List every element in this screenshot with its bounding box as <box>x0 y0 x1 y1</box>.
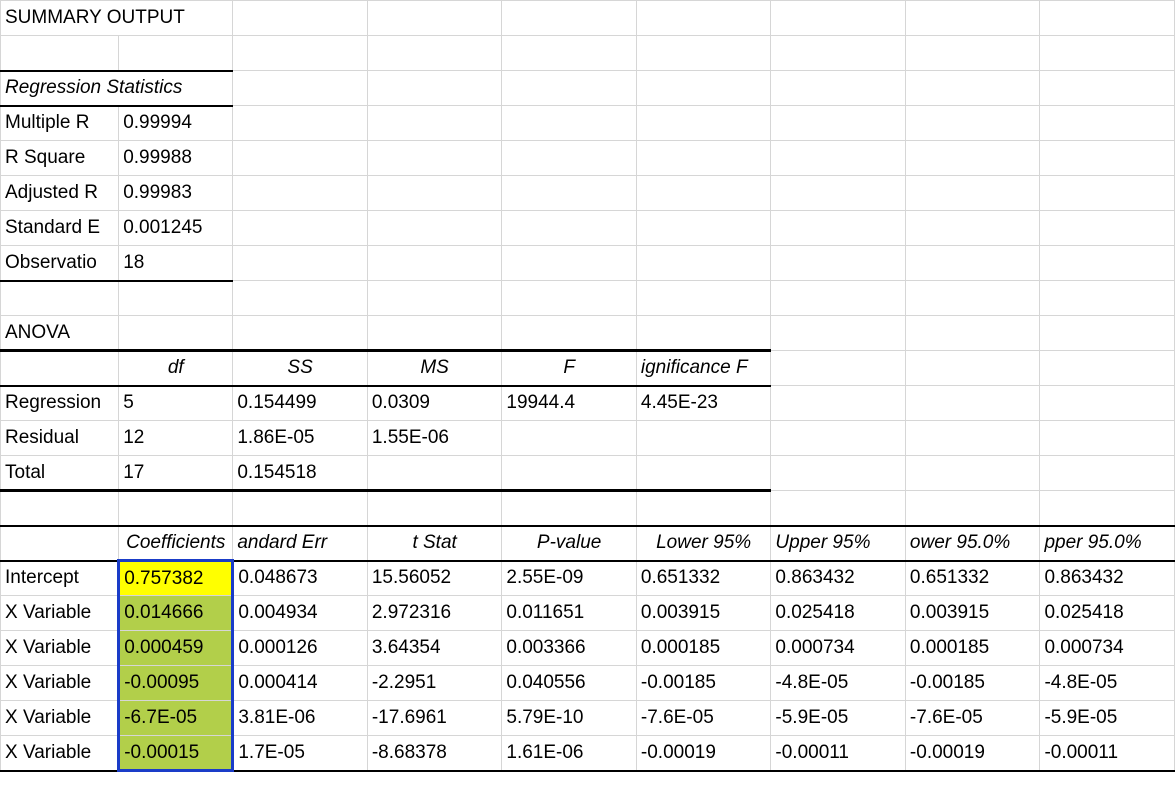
coef-cell: -0.00185 <box>636 666 771 701</box>
coef-cell: -0.00019 <box>905 736 1040 771</box>
coef-cell: 0.863432 <box>1040 561 1175 596</box>
anova-cell: 0.0309 <box>367 386 502 421</box>
coef-cell: -7.6E-05 <box>905 701 1040 736</box>
regstats-header: Regression Statistics <box>1 71 233 106</box>
coef-cell: 0.011651 <box>502 596 637 631</box>
coef-cell: 0.000414 <box>233 666 368 701</box>
coef-cell: 2.55E-09 <box>502 561 637 596</box>
coef-cell: -8.68378 <box>367 736 502 771</box>
regstats-label: Standard E <box>1 211 119 246</box>
coef-row-label: X Variable <box>1 736 119 771</box>
coef-cell: 0.863432 <box>771 561 906 596</box>
coef-header-t: t Stat <box>367 526 502 561</box>
coef-cell: -4.8E-05 <box>771 666 906 701</box>
coef-row-label: X Variable <box>1 666 119 701</box>
coef-cell: -2.2951 <box>367 666 502 701</box>
coef-cell: -0.00019 <box>636 736 771 771</box>
coef-cell: 15.56052 <box>367 561 502 596</box>
coef-header-l95: Lower 95% <box>636 526 771 561</box>
coef-cell: -7.6E-05 <box>636 701 771 736</box>
coef-cell: 0.040556 <box>502 666 637 701</box>
coef-cell: 0.000734 <box>771 631 906 666</box>
coef-cell: -4.8E-05 <box>1040 666 1175 701</box>
anova-cell: 12 <box>119 421 233 456</box>
coef-header-u95: Upper 95% <box>771 526 906 561</box>
anova-cell: 17 <box>119 456 233 491</box>
coef-cell: 0.048673 <box>233 561 368 596</box>
anova-cell <box>636 421 771 456</box>
anova-cell: 5 <box>119 386 233 421</box>
coef-cell: -0.00185 <box>905 666 1040 701</box>
anova-cell <box>367 456 502 491</box>
anova-cell <box>636 456 771 491</box>
anova-header-f: F <box>502 351 637 386</box>
coef-row-label: X Variable <box>1 596 119 631</box>
coef-header-se: andard Err <box>233 526 368 561</box>
coef-cell: -0.00011 <box>1040 736 1175 771</box>
coef-cell: -0.00011 <box>771 736 906 771</box>
coef-cell: 1.7E-05 <box>233 736 368 771</box>
coef-cell: -5.9E-05 <box>771 701 906 736</box>
regstats-value: 0.99994 <box>119 106 233 141</box>
coef-cell: 0.651332 <box>905 561 1040 596</box>
anova-header-ss: SS <box>233 351 368 386</box>
coef-cell: 0.000185 <box>905 631 1040 666</box>
coef-cell[interactable]: -0.00095 <box>119 666 233 701</box>
coef-cell[interactable]: -0.00015 <box>119 736 233 771</box>
coef-row-label: X Variable <box>1 701 119 736</box>
coef-cell: 0.025418 <box>771 596 906 631</box>
anova-header-sigf: ignificance F <box>636 351 771 386</box>
anova-cell: 1.86E-05 <box>233 421 368 456</box>
coef-cell: 0.000126 <box>233 631 368 666</box>
coef-cell: -5.9E-05 <box>1040 701 1175 736</box>
coef-cell: 2.972316 <box>367 596 502 631</box>
anova-row-label: Residual <box>1 421 119 456</box>
coef-cell[interactable]: 0.000459 <box>119 631 233 666</box>
regstats-value: 18 <box>119 246 233 281</box>
coef-cell: 0.003366 <box>502 631 637 666</box>
coef-header-u95b: pper 95.0% <box>1040 526 1175 561</box>
coef-header-p: P-value <box>502 526 637 561</box>
coef-header-l95b: ower 95.0% <box>905 526 1040 561</box>
anova-cell <box>502 421 637 456</box>
coef-cell: 0.004934 <box>233 596 368 631</box>
anova-cell <box>502 456 637 491</box>
regstats-label: Adjusted R <box>1 176 119 211</box>
coef-row-label: Intercept <box>1 561 119 596</box>
coef-cell: 0.000734 <box>1040 631 1175 666</box>
coef-cell[interactable]: 0.757382 <box>119 561 233 596</box>
anova-cell: 1.55E-06 <box>367 421 502 456</box>
regstats-label: Observatio <box>1 246 119 281</box>
anova-cell: 0.154518 <box>233 456 368 491</box>
anova-row-label: Total <box>1 456 119 491</box>
anova-header-df: df <box>119 351 233 386</box>
coef-cell[interactable]: 0.014666 <box>119 596 233 631</box>
coef-cell: -17.6961 <box>367 701 502 736</box>
coef-cell: 3.81E-06 <box>233 701 368 736</box>
regstats-label: R Square <box>1 141 119 176</box>
anova-row-label: Regression <box>1 386 119 421</box>
coef-cell: 0.651332 <box>636 561 771 596</box>
coef-header-coef: Coefficients <box>119 526 233 561</box>
regression-output-table: SUMMARY OUTPUT Regression Statistics Mul… <box>0 0 1175 772</box>
coef-cell: 5.79E-10 <box>502 701 637 736</box>
regstats-value: 0.99983 <box>119 176 233 211</box>
coef-cell[interactable]: -6.7E-05 <box>119 701 233 736</box>
anova-header-ms: MS <box>367 351 502 386</box>
coef-row-label: X Variable <box>1 631 119 666</box>
anova-cell: 4.45E-23 <box>636 386 771 421</box>
anova-title: ANOVA <box>1 316 119 351</box>
coef-cell: 0.000185 <box>636 631 771 666</box>
anova-cell: 19944.4 <box>502 386 637 421</box>
coef-cell: 1.61E-06 <box>502 736 637 771</box>
anova-cell: 0.154499 <box>233 386 368 421</box>
summary-title: SUMMARY OUTPUT <box>1 1 233 36</box>
coef-cell: 0.003915 <box>636 596 771 631</box>
coef-cell: 0.003915 <box>905 596 1040 631</box>
regstats-value: 0.001245 <box>119 211 233 246</box>
coef-cell: 3.64354 <box>367 631 502 666</box>
coef-cell: 0.025418 <box>1040 596 1175 631</box>
regstats-label: Multiple R <box>1 106 119 141</box>
regstats-value: 0.99988 <box>119 141 233 176</box>
